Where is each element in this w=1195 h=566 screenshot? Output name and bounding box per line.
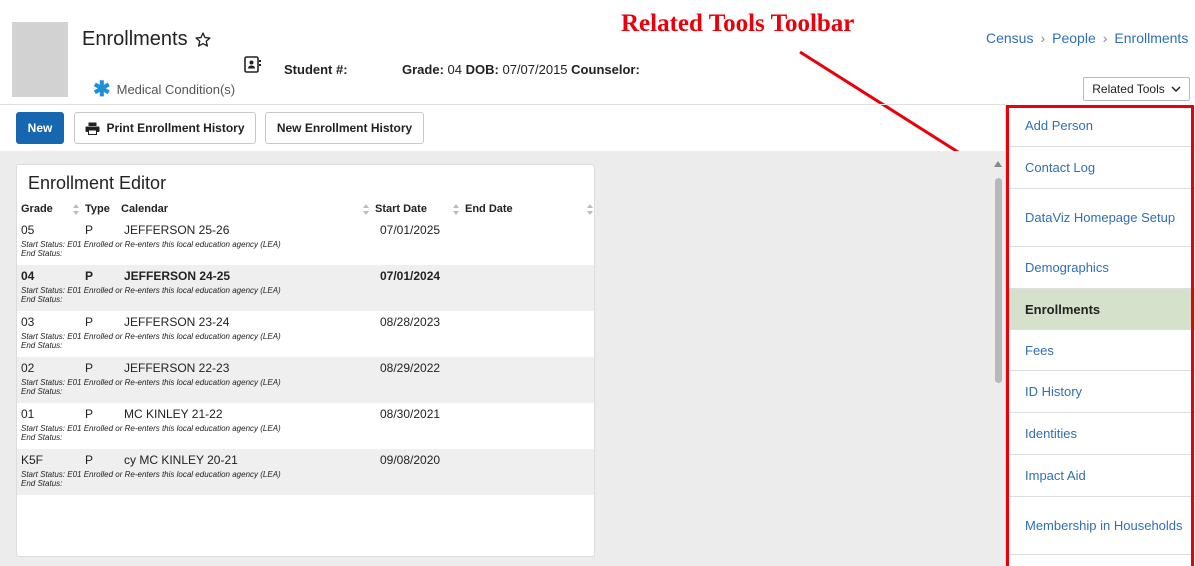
header-divider [0, 104, 1005, 105]
end-status: End Status: [21, 295, 63, 304]
related-tools-sidebar: Add Person Contact Log DataViz Homepage … [1005, 105, 1195, 566]
related-tools-button[interactable]: Related Tools [1083, 77, 1190, 101]
table-row[interactable]: 01 P MC KINLEY 21-22 08/30/2021 Start St… [17, 403, 594, 449]
student-number-label: Student #: [284, 62, 348, 77]
student-info: Student #: Grade: 04 DOB: 07/07/2015 Cou… [284, 62, 640, 77]
table-row[interactable]: 03 P JEFFERSON 23-24 08/28/2023 Start St… [17, 311, 594, 357]
column-header-type[interactable]: Type [85, 203, 110, 215]
end-status: End Status: [21, 433, 63, 442]
sidebar-item-fees[interactable]: Fees [1006, 330, 1195, 371]
new-enrollment-history-button[interactable]: New Enrollment History [265, 112, 424, 144]
student-photo [12, 22, 68, 97]
contact-card-icon[interactable] [244, 56, 261, 73]
dob-value: 07/07/2015 [502, 62, 568, 77]
sidebar-item-impact-aid[interactable]: Impact Aid [1006, 455, 1195, 497]
breadcrumb-separator-icon: › [1040, 30, 1046, 46]
end-status: End Status: [21, 341, 63, 350]
scroll-up-arrow-icon[interactable] [994, 161, 1002, 167]
sidebar-item-dataviz-homepage-setup[interactable]: DataViz Homepage Setup [1006, 189, 1195, 247]
end-status: End Status: [21, 479, 63, 488]
editor-title: Enrollment Editor [28, 173, 167, 193]
sort-icon[interactable] [453, 204, 459, 215]
sidebar-item-demographics[interactable]: Demographics [1006, 247, 1195, 289]
new-button[interactable]: New [16, 112, 64, 144]
start-status: Start Status: E01 Enrolled or Re-enters … [21, 332, 281, 341]
breadcrumb-enrollments[interactable]: Enrollments [1114, 30, 1188, 46]
column-header-grade[interactable]: Grade [21, 203, 53, 215]
start-status: Start Status: E01 Enrolled or Re-enters … [21, 378, 281, 387]
sort-icon[interactable] [587, 204, 593, 215]
sort-icon[interactable] [73, 204, 79, 215]
print-label: Print Enrollment History [106, 121, 245, 135]
page-title: Enrollments [82, 28, 188, 50]
column-header-start-date[interactable]: Start Date [375, 203, 427, 215]
breadcrumb: Census › People › Enrollments [986, 30, 1188, 46]
enrollment-editor: Enrollment Editor Grade Type Calendar St… [16, 164, 595, 557]
table-row[interactable]: 05 P JEFFERSON 25-26 07/01/2025 Start St… [17, 219, 594, 265]
breadcrumb-separator-icon: › [1102, 30, 1108, 46]
star-icon[interactable] [194, 31, 212, 49]
scrollbar-thumb[interactable] [995, 178, 1002, 383]
grade-value: 04 [447, 62, 462, 77]
counselor-label: Counselor: [571, 62, 640, 77]
medical-condition-label: Medical Condition(s) [116, 82, 236, 97]
end-status: End Status: [21, 387, 63, 396]
sidebar-item-add-person[interactable]: Add Person [1006, 105, 1195, 147]
grade-dob-counselor: Grade: 04 DOB: 07/07/2015 Counselor: [402, 62, 640, 77]
sidebar-item-identities[interactable]: Identities [1006, 413, 1195, 455]
sidebar-item-enrollments[interactable]: Enrollments [1006, 289, 1195, 330]
annotation-label: Related Tools Toolbar [621, 10, 855, 37]
table-row[interactable]: K5F P cy MC KINLEY 20-21 09/08/2020 Star… [17, 449, 594, 495]
start-status: Start Status: E01 Enrolled or Re-enters … [21, 470, 281, 479]
chevron-down-icon [1171, 85, 1181, 92]
sidebar-item-contact-log[interactable]: Contact Log [1006, 147, 1195, 189]
sort-icon[interactable] [363, 204, 369, 215]
table-row[interactable]: 04 P JEFFERSON 24-25 07/01/2024 Start St… [17, 265, 594, 311]
start-status: Start Status: E01 Enrolled or Re-enters … [21, 286, 281, 295]
printer-icon [85, 122, 100, 135]
column-header-calendar[interactable]: Calendar [121, 203, 168, 215]
sidebar-item-membership-in-households[interactable]: Membership in Households [1006, 497, 1195, 555]
column-header-end-date[interactable]: End Date [465, 203, 513, 215]
table-row[interactable]: 02 P JEFFERSON 22-23 08/29/2022 Start St… [17, 357, 594, 403]
page-title-wrap: Enrollments [82, 28, 212, 51]
print-enrollment-history-button[interactable]: Print Enrollment History [74, 112, 256, 144]
medical-condition[interactable]: ✱ Medical Condition(s) [93, 77, 236, 101]
asterisk-icon: ✱ [93, 77, 111, 101]
start-status: Start Status: E01 Enrolled or Re-enters … [21, 424, 281, 433]
breadcrumb-people[interactable]: People [1052, 30, 1096, 46]
end-status: End Status: [21, 249, 63, 258]
start-status: Start Status: E01 Enrolled or Re-enters … [21, 240, 281, 249]
breadcrumb-census[interactable]: Census [986, 30, 1033, 46]
sidebar-item-id-history[interactable]: ID History [1006, 371, 1195, 413]
related-tools-label: Related Tools [1092, 82, 1165, 96]
